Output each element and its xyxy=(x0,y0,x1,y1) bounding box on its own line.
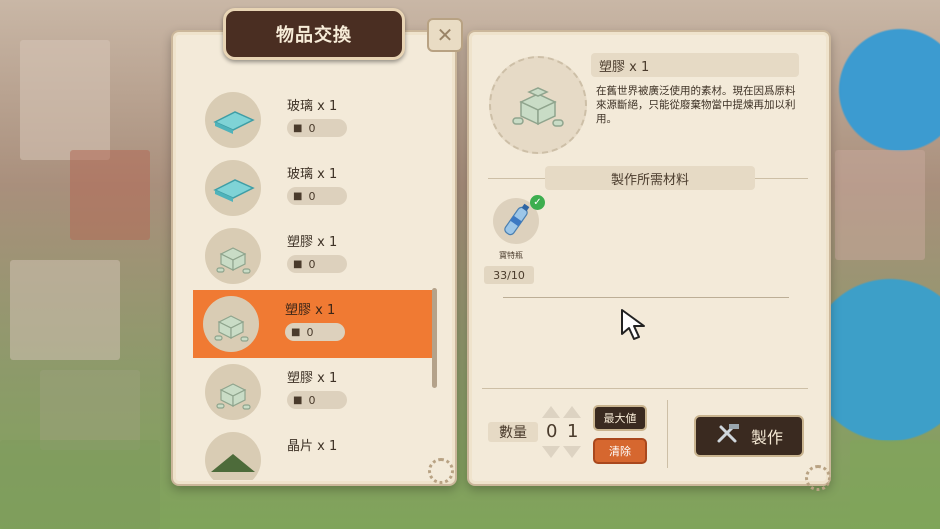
max-button[interactable]: 最大値 xyxy=(593,405,647,431)
glass-icon xyxy=(205,92,261,148)
list-scrollbar[interactable] xyxy=(432,288,437,388)
owned-count: ■ 0 xyxy=(287,255,347,273)
item-list-panel: 玻璃 x 1 ■ 0 玻璃 x 1 ■ 0 塑膠 x 1 ■ 0 塑膠 x 1 ■ 0 塑膠 x 1 ■ 0… xyxy=(171,30,457,486)
plastic-icon xyxy=(512,87,564,127)
tens-down-arrow[interactable] xyxy=(542,446,560,458)
owned-count: ■ 0 xyxy=(287,391,347,409)
owned-count: ■ 0 xyxy=(287,119,347,137)
divider xyxy=(482,388,808,389)
list-item[interactable]: 玻璃 x 1 ■ 0 xyxy=(195,154,435,222)
tens-up-arrow[interactable] xyxy=(542,406,560,418)
item-list[interactable]: 玻璃 x 1 ■ 0 玻璃 x 1 ■ 0 塑膠 x 1 ■ 0 塑膠 x 1 ■ 0 塑膠 x 1 ■ 0… xyxy=(191,66,437,480)
material-name: 寶特瓶 xyxy=(499,251,523,260)
item-name: 塑膠 x 1 xyxy=(287,371,338,386)
clear-button[interactable]: 清除 xyxy=(593,438,647,464)
list-item[interactable]: 塑膠 x 1 ■ 0 xyxy=(193,290,433,358)
item-name: 玻璃 x 1 xyxy=(287,167,338,182)
glass-icon xyxy=(205,160,261,216)
list-item[interactable]: 塑膠 x 1 ■ 0 xyxy=(195,358,435,426)
chip-icon xyxy=(205,432,261,480)
bag-icon: ■ xyxy=(293,190,303,202)
plastic-icon xyxy=(203,296,259,352)
ones-down-arrow[interactable] xyxy=(563,446,581,458)
ones-up-arrow[interactable] xyxy=(563,406,581,418)
bag-icon: ■ xyxy=(293,394,303,406)
window-title: 物品交換 xyxy=(223,8,405,60)
check-icon: ✓ xyxy=(530,195,545,210)
craft-label: 製作 xyxy=(750,428,783,447)
requirements-title: 製作所需材料 xyxy=(545,166,755,190)
list-item[interactable]: 塑膠 x 1 ■ 0 xyxy=(195,222,435,290)
close-icon: ✕ xyxy=(436,23,454,47)
material-count: 33/10 xyxy=(484,266,534,284)
divider xyxy=(503,297,789,298)
owned-count-value: 0 xyxy=(308,393,316,407)
gear-ornament-icon xyxy=(805,465,831,491)
divider xyxy=(667,400,668,468)
gear-ornament-icon xyxy=(428,458,454,484)
owned-count-value: 0 xyxy=(308,257,316,271)
item-description: 在舊世界被廣泛使用的素材。現在因爲原料來源斷絕，只能從廢棄物當中提煉再加以利用。 xyxy=(596,85,796,125)
owned-count-value: 0 xyxy=(306,325,314,339)
item-preview xyxy=(489,56,587,154)
item-name: 玻璃 x 1 xyxy=(287,99,338,114)
quantity-ones-digit: 1 xyxy=(567,421,579,442)
quantity-label: 數量 xyxy=(488,422,538,442)
item-name: 晶片 x 1 xyxy=(287,439,338,454)
owned-count: ■ 0 xyxy=(287,187,347,205)
item-name: 塑膠 x 1 xyxy=(287,235,338,250)
quantity-tens-digit: 0 xyxy=(546,421,558,442)
craft-button[interactable]: 製作 xyxy=(694,415,804,457)
list-item[interactable]: 玻璃 x 1 ■ 0 xyxy=(195,86,435,154)
bag-icon: ■ xyxy=(293,122,303,134)
owned-count-value: 0 xyxy=(308,121,316,135)
hammer-wrench-icon xyxy=(715,423,741,449)
bag-icon: ■ xyxy=(291,326,301,338)
item-detail-title: 塑膠 x 1 xyxy=(591,53,799,77)
mouse-cursor-icon xyxy=(620,308,652,346)
plastic-icon xyxy=(205,228,261,284)
list-item[interactable]: 晶片 x 1 xyxy=(195,426,435,480)
close-button[interactable]: ✕ xyxy=(427,18,463,52)
bag-icon: ■ xyxy=(293,258,303,270)
owned-count: ■ 0 xyxy=(285,323,345,341)
item-name: 塑膠 x 1 xyxy=(285,303,336,318)
owned-count-value: 0 xyxy=(308,189,316,203)
plastic-icon xyxy=(205,364,261,420)
